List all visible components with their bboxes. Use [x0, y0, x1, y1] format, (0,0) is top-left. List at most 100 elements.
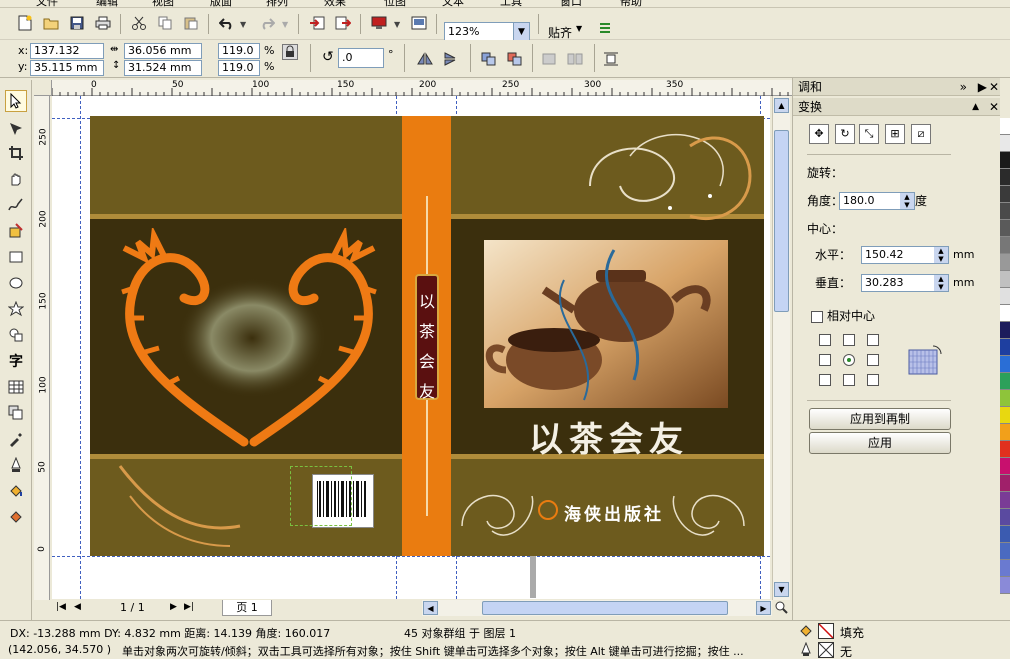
smart-fill-tool-icon[interactable] [5, 220, 27, 242]
palette-swatch[interactable] [1000, 441, 1010, 458]
apply-button[interactable]: 应用 [809, 432, 951, 454]
ellipse-tool-icon[interactable] [5, 272, 27, 294]
redo-dropdown-icon[interactable]: ▼ [282, 20, 288, 29]
freehand-tool-icon[interactable] [5, 194, 27, 216]
rectangle-tool-icon[interactable] [5, 246, 27, 268]
print-icon[interactable] [92, 12, 114, 34]
relative-center-checkbox[interactable] [811, 311, 823, 323]
angle-field[interactable]: 180.0 ▲ ▼ [839, 192, 915, 210]
anchor-bottom-center[interactable] [843, 374, 855, 386]
vertical-ruler[interactable]: 250 200 150 100 50 0 [34, 96, 50, 601]
launcher-dropdown-icon[interactable]: ▼ [394, 20, 400, 29]
scale-x-field[interactable]: 119.0 [218, 43, 260, 59]
palette-swatch[interactable] [1000, 543, 1010, 560]
polygon-tool-icon[interactable] [5, 298, 27, 320]
apply-to-duplicate-button[interactable]: 应用到再制 [809, 408, 951, 430]
palette-swatch[interactable] [1000, 220, 1010, 237]
outline-tool-icon[interactable] [5, 454, 27, 476]
last-page-icon[interactable]: ▶| [184, 602, 194, 612]
vertical-field[interactable]: 30.283 ▲ ▼ [861, 274, 949, 292]
scroll-up-icon[interactable]: ▲ [774, 98, 789, 113]
blend-panel-title[interactable]: 调和 » ▶ ✕ [793, 78, 1001, 96]
scroll-down-icon[interactable]: ▼ [774, 582, 789, 597]
first-page-icon[interactable]: |◀ [56, 602, 66, 612]
anchor-center[interactable] [843, 354, 855, 366]
scale-mode-icon[interactable]: ⤡ [859, 124, 879, 144]
break-apart-icon[interactable] [564, 48, 586, 70]
palette-swatch[interactable] [1000, 424, 1010, 441]
anchor-middle-left[interactable] [819, 354, 831, 366]
palette-swatch[interactable] [1000, 322, 1010, 339]
horizontal-field[interactable]: 150.42 ▲ ▼ [861, 246, 949, 264]
paste-icon[interactable] [180, 12, 202, 34]
snap-menu[interactable]: 贴齐 [548, 24, 572, 41]
panel-arrow-icon[interactable]: ▶ [978, 78, 987, 96]
cut-icon[interactable] [128, 12, 150, 34]
palette-swatch[interactable] [1000, 118, 1010, 135]
anchor-top-left[interactable] [819, 334, 831, 346]
combine-icon[interactable] [538, 48, 560, 70]
redo-icon[interactable] [256, 12, 278, 34]
export-icon[interactable] [332, 12, 354, 34]
palette-swatch[interactable] [1000, 526, 1010, 543]
table-tool-icon[interactable] [5, 376, 27, 398]
lock-ratio-icon[interactable] [282, 44, 298, 60]
position-mode-icon[interactable]: ✥ [809, 124, 829, 144]
anchor-top-center[interactable] [843, 334, 855, 346]
skew-mode-icon[interactable]: ⧄ [911, 124, 931, 144]
collapse-icon[interactable]: ▲ [972, 98, 979, 116]
palette-swatch[interactable] [1000, 577, 1010, 594]
scale-y-field[interactable]: 119.0 [218, 60, 260, 76]
palette-swatch[interactable] [1000, 390, 1010, 407]
height-field[interactable]: 31.524 mm [124, 60, 202, 76]
palette-swatch[interactable] [1000, 203, 1010, 220]
undo-icon[interactable] [216, 12, 238, 34]
scroll-right-icon[interactable]: ▶ [756, 601, 771, 615]
app-launcher-icon[interactable] [368, 12, 390, 34]
horizontal-scroll-thumb[interactable] [482, 601, 728, 615]
pick-tool-icon[interactable] [5, 90, 27, 112]
copy-icon[interactable] [154, 12, 176, 34]
fill-tool-icon[interactable] [5, 480, 27, 502]
basic-shapes-tool-icon[interactable] [5, 324, 27, 346]
book-cover[interactable]: 以 茶 会 友 以茶会友 海侠出版社 [90, 116, 764, 556]
palette-swatch[interactable] [1000, 288, 1010, 305]
ruler-origin[interactable] [34, 80, 52, 96]
palette-swatch[interactable] [1000, 152, 1010, 169]
anchor-bottom-right[interactable] [867, 374, 879, 386]
palette-swatch[interactable] [1000, 305, 1010, 322]
group-icon[interactable] [478, 48, 500, 70]
width-field[interactable]: 36.056 mm [124, 43, 202, 59]
palette-swatch[interactable] [1000, 373, 1010, 390]
anchor-middle-right[interactable] [867, 354, 879, 366]
new-icon[interactable] [14, 12, 36, 34]
interactive-tool-icon[interactable] [5, 402, 27, 424]
palette-swatch[interactable] [1000, 407, 1010, 424]
rotation-angle-field[interactable]: .0 [338, 48, 384, 68]
snap-dropdown-icon[interactable]: ▼ [576, 24, 582, 33]
shape-tool-icon[interactable] [5, 118, 27, 140]
palette-swatch[interactable] [1000, 475, 1010, 492]
anchor-top-right[interactable] [867, 334, 879, 346]
interactive-fill-tool-icon[interactable] [5, 506, 27, 528]
expand-icon[interactable]: » [960, 78, 967, 96]
palette-swatch[interactable] [1000, 339, 1010, 356]
size-mode-icon[interactable]: ⊞ [885, 124, 905, 144]
wrap-text-icon[interactable] [600, 48, 622, 70]
mirror-horizontal-icon[interactable] [414, 48, 436, 70]
angle-spinner-icon[interactable]: ▲ ▼ [900, 193, 914, 209]
y-position-field[interactable]: 35.115 mm [30, 60, 104, 76]
palette-swatch[interactable] [1000, 492, 1010, 509]
pan-tool-icon[interactable] [5, 168, 27, 190]
palette-swatch[interactable] [1000, 356, 1010, 373]
anchor-bottom-left[interactable] [819, 374, 831, 386]
crop-tool-icon[interactable] [5, 142, 27, 164]
vertical-scrollbar[interactable]: ▲ ▼ [772, 96, 790, 601]
scroll-left-icon[interactable]: ◀ [423, 601, 438, 615]
options-icon[interactable] [594, 18, 616, 40]
open-icon[interactable] [40, 12, 62, 34]
outline-swatch[interactable] [818, 642, 834, 658]
x-position-field[interactable]: 137.132 mm [30, 43, 104, 71]
fill-swatch[interactable] [818, 623, 834, 639]
publish-icon[interactable] [408, 12, 430, 34]
